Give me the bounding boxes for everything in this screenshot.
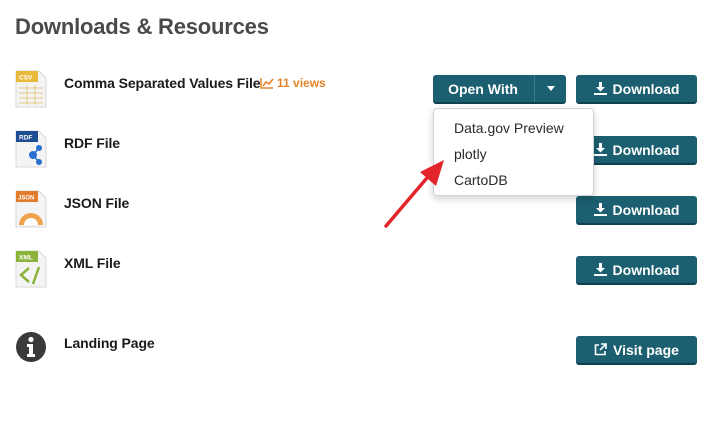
resource-name-rdf[interactable]: RDF File xyxy=(64,135,120,151)
rdf-file-icon: RDF xyxy=(15,130,47,168)
open-with-menu: Data.gov Preview plotly CartoDB xyxy=(433,108,594,196)
visit-page-button[interactable]: Visit page xyxy=(576,336,697,365)
resource-name-json[interactable]: JSON File xyxy=(64,195,129,211)
resource-name-xml[interactable]: XML File xyxy=(64,255,121,271)
views-count: 11 views xyxy=(277,76,326,90)
download-button-csv[interactable]: Download xyxy=(576,75,697,104)
open-with-dropdown-toggle[interactable] xyxy=(534,75,566,102)
menu-item-plotly[interactable]: plotly xyxy=(434,141,593,167)
page-title: Downloads & Resources xyxy=(15,14,269,39)
csv-file-icon: CSV xyxy=(15,70,47,108)
external-link-icon xyxy=(594,343,607,356)
download-button-rdf[interactable]: Download xyxy=(576,136,697,165)
rdf-icon-label: RDF xyxy=(19,135,32,142)
download-icon xyxy=(593,263,607,276)
download-button-xml[interactable]: Download xyxy=(576,256,697,285)
info-icon xyxy=(16,332,46,362)
download-label: Download xyxy=(612,261,680,278)
download-icon xyxy=(593,203,607,216)
visit-page-label: Visit page xyxy=(613,341,679,358)
download-label: Download xyxy=(612,80,680,97)
menu-item-datagov-preview[interactable]: Data.gov Preview xyxy=(434,115,593,141)
xml-file-icon: XML xyxy=(15,250,47,288)
json-file-icon: JSON xyxy=(15,190,47,228)
resource-name-csv[interactable]: Comma Separated Values File xyxy=(64,75,261,91)
open-with-label: Open With xyxy=(448,80,518,97)
red-arrow-annotation xyxy=(384,160,444,228)
download-icon xyxy=(593,82,607,95)
download-button-json[interactable]: Download xyxy=(576,196,697,225)
xml-icon-label: XML xyxy=(19,255,33,262)
resource-name-landing-page[interactable]: Landing Page xyxy=(64,335,155,351)
caret-down-icon xyxy=(546,86,555,91)
download-icon xyxy=(593,143,607,156)
csv-icon-label: CSV xyxy=(19,75,33,82)
download-label: Download xyxy=(612,141,680,158)
views-counter: 11 views xyxy=(260,76,326,90)
open-with-button[interactable]: Open With xyxy=(433,75,566,104)
json-icon-label: JSON xyxy=(18,196,34,202)
download-label: Download xyxy=(612,201,680,218)
trend-chart-icon xyxy=(260,78,274,89)
menu-item-cartodb[interactable]: CartoDB xyxy=(434,167,593,193)
